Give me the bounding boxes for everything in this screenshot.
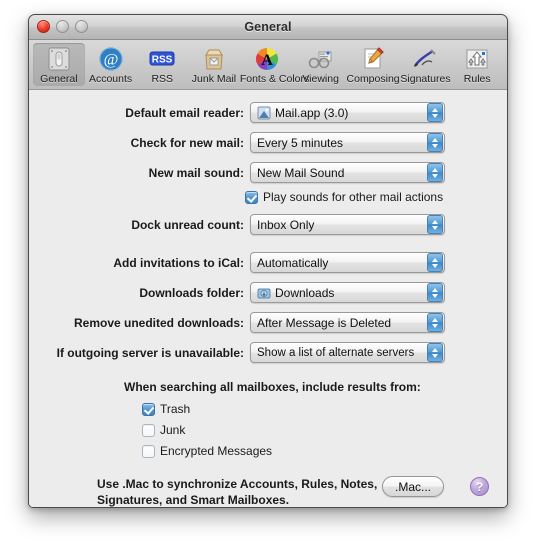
popup-remove-unedited[interactable]: After Message is Deleted [250, 312, 445, 333]
toolbar-item-rss[interactable]: RSS RSS [136, 43, 188, 86]
toolbar-label-composing: Composing [346, 73, 400, 85]
chevron-updown-icon [427, 163, 443, 182]
downloads-folder-icon [257, 286, 271, 300]
popup-outgoing-server[interactable]: Show a list of alternate servers [250, 342, 445, 363]
checkbox-junk-label: Junk [160, 423, 186, 437]
chevron-updown-icon [427, 343, 443, 362]
svg-text:RSS: RSS [152, 55, 173, 66]
toolbar-item-fonts-colors[interactable]: A Fonts & Colors [239, 43, 310, 86]
checkbox-encrypted-messages-label: Encrypted Messages [160, 444, 273, 458]
footer-text-line2: Signatures, and Smart Mailboxes. [97, 493, 290, 507]
row-outgoing-server: If outgoing server is unavailable: Show … [29, 342, 445, 363]
toolbar-label-junk-mail: Junk Mail [191, 73, 237, 85]
value-add-invitations: Automatically [257, 255, 329, 270]
value-new-mail-sound: New Mail Sound [257, 165, 345, 180]
toolbar-label-rss: RSS [151, 73, 174, 85]
row-default-email-reader: Default email reader: Mail.app (3.0) [29, 102, 445, 123]
label-outgoing-server: If outgoing server is unavailable: [56, 345, 244, 360]
traffic-lights [37, 20, 88, 33]
rss-badge-icon: RSS [136, 45, 188, 73]
checkbox-junk[interactable]: Junk [142, 423, 185, 437]
label-default-email-reader: Default email reader: [125, 105, 244, 120]
value-downloads-folder: Downloads [275, 285, 335, 300]
popup-default-email-reader[interactable]: Mail.app (3.0) [250, 102, 445, 123]
popup-downloads-folder[interactable]: Downloads [250, 282, 445, 303]
label-dock-unread-count: Dock unread count: [131, 217, 244, 232]
popup-add-invitations[interactable]: Automatically [250, 252, 445, 273]
popup-dock-unread-count[interactable]: Inbox Only [250, 214, 445, 235]
label-new-mail-sound: New mail sound: [148, 165, 244, 180]
mail-app-stamp-icon [257, 106, 271, 120]
close-button-icon[interactable] [37, 20, 50, 33]
value-remove-unedited: After Message is Deleted [257, 315, 392, 330]
preferences-window: General General @ Accounts RSS RSS Junk … [28, 14, 508, 508]
toolbar-label-signatures: Signatures [400, 73, 451, 85]
toolbar-item-general[interactable]: General [33, 43, 85, 86]
at-sign-icon: @ [85, 45, 137, 73]
search-section-heading: When searching all mailboxes, include re… [124, 380, 421, 394]
viewing-glasses-icon [295, 45, 347, 73]
footer-text-line1: Use .Mac to synchronize Accounts, Rules,… [97, 477, 378, 491]
checkbox-play-sounds-box[interactable] [245, 190, 258, 204]
junk-mail-bag-icon [188, 45, 240, 73]
signature-pen-icon [400, 45, 452, 73]
checkbox-play-sounds-label: Play sounds for other mail actions [263, 190, 444, 204]
chevron-updown-icon [427, 215, 443, 234]
window-titlebar: General [29, 15, 507, 40]
toolbar-label-accounts: Accounts [88, 73, 133, 85]
window-title: General [244, 20, 292, 34]
checkbox-trash[interactable]: Trash [142, 402, 190, 416]
checkbox-trash-label: Trash [160, 402, 191, 416]
toolbar-item-signatures[interactable]: Signatures [400, 43, 452, 86]
svg-text:A: A [262, 52, 274, 69]
label-remove-unedited: Remove unedited downloads: [73, 315, 244, 330]
minimize-button-icon[interactable] [56, 20, 69, 33]
checkbox-encrypted-messages-box[interactable] [142, 444, 155, 458]
toolbar-item-junk-mail[interactable]: Junk Mail [188, 43, 240, 86]
checkbox-trash-box[interactable] [142, 402, 155, 416]
checkbox-junk-box[interactable] [142, 423, 155, 437]
popup-new-mail-sound[interactable]: New Mail Sound [250, 162, 445, 183]
checkbox-encrypted-messages[interactable]: Encrypted Messages [142, 444, 272, 458]
general-switch-icon [33, 45, 85, 73]
toolbar-item-rules[interactable]: Rules [451, 43, 503, 86]
value-outgoing-server: Show a list of alternate servers [257, 346, 415, 359]
popup-check-for-new-mail[interactable]: Every 5 minutes [250, 132, 445, 153]
checkbox-play-sounds[interactable]: Play sounds for other mail actions [245, 190, 443, 204]
chevron-updown-icon [427, 133, 443, 152]
toolbar-label-rules: Rules [463, 73, 491, 85]
chevron-updown-icon [427, 283, 443, 302]
zoom-button-icon[interactable] [75, 20, 88, 33]
chevron-updown-icon [427, 253, 443, 272]
value-default-email-reader: Mail.app (3.0) [275, 105, 349, 120]
preferences-content: Default email reader: Mail.app (3.0) Che… [29, 90, 507, 507]
row-check-for-new-mail: Check for new mail: Every 5 minutes [29, 132, 445, 153]
value-check-for-new-mail: Every 5 minutes [257, 135, 344, 150]
chevron-updown-icon [427, 103, 443, 122]
row-dock-unread-count: Dock unread count: Inbox Only [29, 214, 445, 235]
help-button[interactable]: ? [470, 477, 489, 496]
label-check-for-new-mail: Check for new mail: [130, 135, 244, 150]
value-dock-unread-count: Inbox Only [257, 217, 315, 232]
toolbar-item-composing[interactable]: Composing [347, 43, 400, 86]
row-new-mail-sound: New mail sound: New Mail Sound [29, 162, 445, 183]
toolbar-label-general: General [40, 73, 78, 85]
label-downloads-folder: Downloads folder: [139, 285, 244, 300]
toolbar-label-fonts-colors: Fonts & Colors [239, 73, 310, 85]
color-wheel-a-icon: A [240, 45, 295, 73]
chevron-updown-icon [427, 313, 443, 332]
mac-button[interactable]: .Mac... [382, 476, 445, 497]
row-add-invitations: Add invitations to iCal: Automatically [29, 252, 445, 273]
composing-pencil-icon [347, 45, 400, 73]
row-downloads-folder: Downloads folder: Downloads [29, 282, 445, 303]
toolbar-item-viewing[interactable]: Viewing [295, 43, 347, 86]
toolbar-label-viewing: Viewing [302, 73, 339, 85]
preferences-toolbar: General @ Accounts RSS RSS Junk Mail A F… [29, 40, 507, 90]
svg-text:@: @ [103, 52, 118, 69]
rules-arrows-icon [451, 45, 503, 73]
row-remove-unedited: Remove unedited downloads: After Message… [29, 312, 445, 333]
toolbar-item-accounts[interactable]: @ Accounts [85, 43, 137, 86]
label-add-invitations: Add invitations to iCal: [113, 255, 244, 270]
